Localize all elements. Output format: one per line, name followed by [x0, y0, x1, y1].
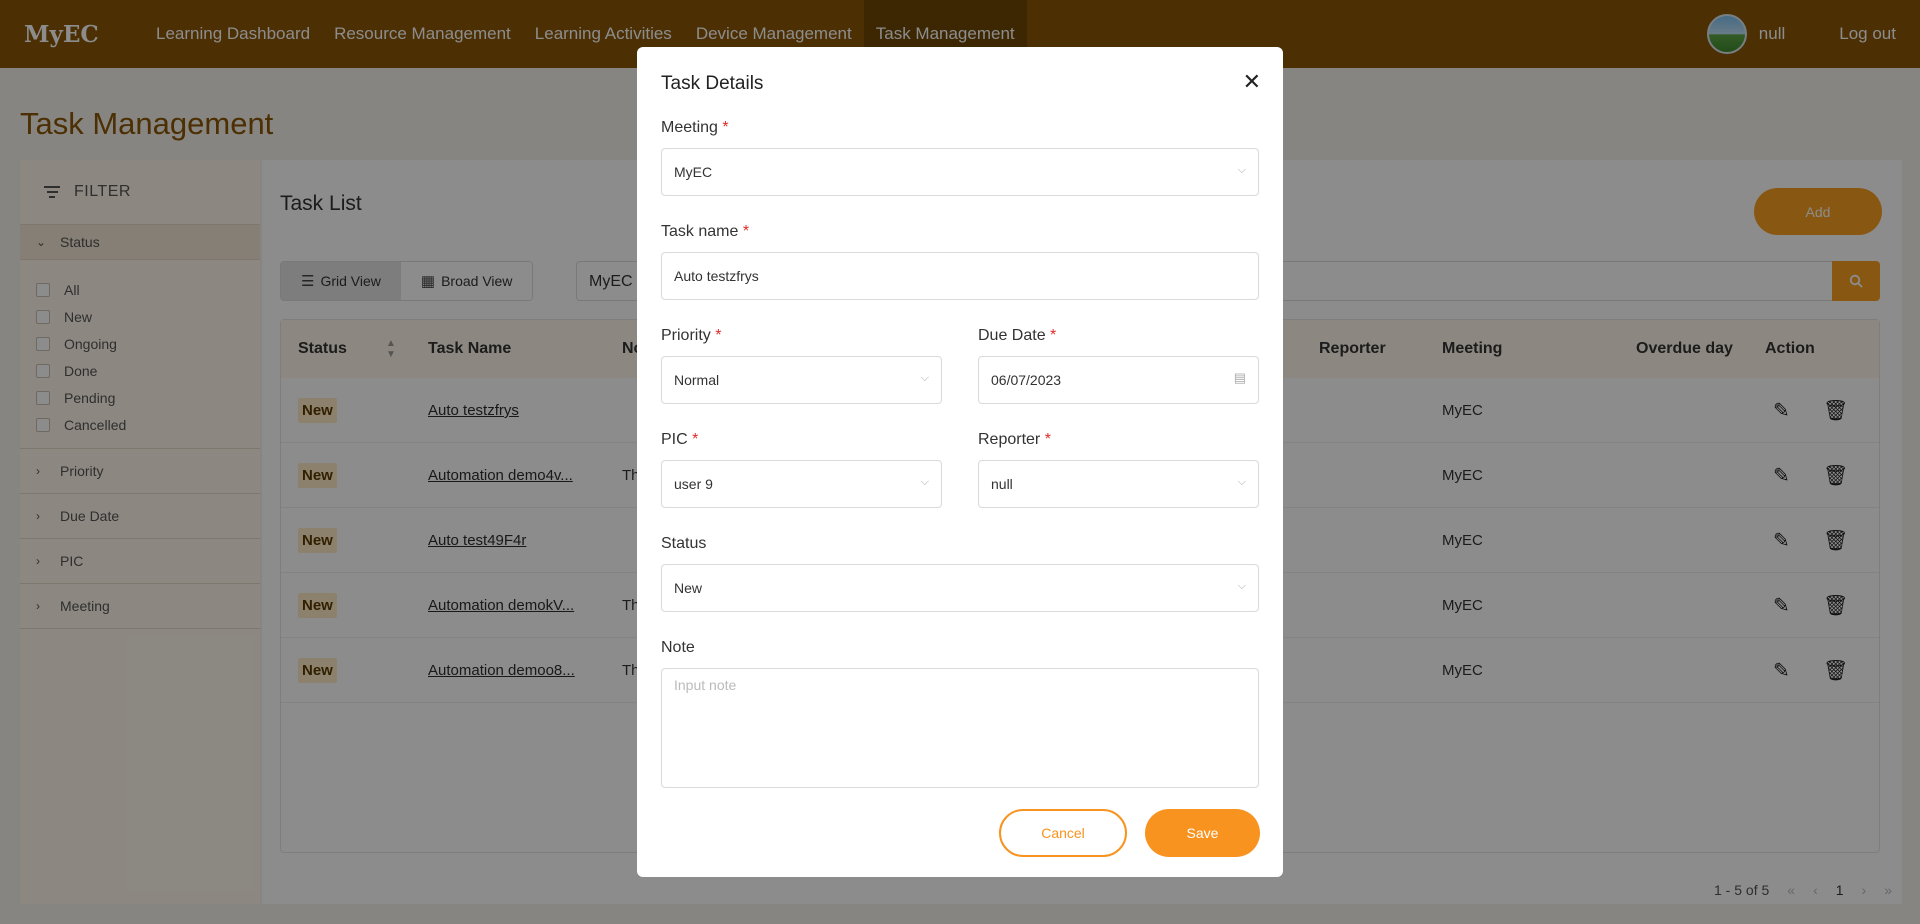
priority-value: Normal [674, 372, 720, 388]
task-name-label: Task name * [661, 223, 749, 241]
pic-select[interactable]: user 9 ⌵ [661, 460, 942, 508]
required-marker: * [715, 327, 722, 344]
pic-label: PIC * [661, 431, 698, 449]
save-button[interactable]: Save [1145, 809, 1260, 857]
reporter-value: null [991, 476, 1013, 492]
meeting-label-text: Meeting [661, 119, 718, 136]
due-date-label-text: Due Date [978, 327, 1046, 344]
reporter-label: Reporter * [978, 431, 1051, 449]
calendar-icon[interactable]: ▤ [1234, 370, 1246, 386]
status-select[interactable]: New ⌵ [661, 564, 1259, 612]
required-marker: * [722, 119, 729, 136]
reporter-label-text: Reporter [978, 431, 1041, 448]
chevron-down-icon: ⌵ [920, 476, 929, 488]
chevron-down-icon: ⌵ [1237, 164, 1246, 176]
reporter-select[interactable]: null ⌵ [978, 460, 1259, 508]
cancel-button[interactable]: Cancel [999, 809, 1127, 857]
meeting-value: MyEC [674, 164, 713, 180]
task-name-label-text: Task name [661, 223, 739, 240]
pic-label-text: PIC [661, 431, 688, 448]
required-marker: * [692, 431, 699, 448]
required-marker: * [1044, 431, 1051, 448]
due-date-label: Due Date * [978, 327, 1056, 345]
required-marker: * [1050, 327, 1057, 344]
chevron-down-icon: ⌵ [1237, 580, 1246, 592]
task-name-input[interactable]: Auto testzfrys [661, 252, 1259, 300]
priority-label-text: Priority [661, 327, 711, 344]
pic-value: user 9 [674, 476, 713, 492]
priority-select[interactable]: Normal ⌵ [661, 356, 942, 404]
due-date-value: 06/07/2023 [991, 372, 1062, 388]
meeting-label: Meeting * [661, 119, 729, 137]
chevron-down-icon: ⌵ [1237, 476, 1246, 488]
modal-title: Task Details [661, 73, 764, 94]
due-date-input[interactable]: 06/07/2023 ▤ [978, 356, 1259, 404]
note-label: Note [661, 639, 695, 656]
close-icon[interactable]: ✕ [1243, 69, 1261, 95]
priority-label: Priority * [661, 327, 721, 345]
note-textarea[interactable]: Input note [661, 668, 1259, 788]
required-marker: * [742, 223, 750, 240]
task-details-modal: Task Details ✕ Meeting * MyEC ⌵ Task nam… [637, 47, 1283, 877]
meeting-select[interactable]: MyEC ⌵ [661, 148, 1259, 196]
chevron-down-icon: ⌵ [920, 372, 929, 384]
status-label: Status [661, 535, 707, 552]
status-value: New [674, 580, 703, 596]
